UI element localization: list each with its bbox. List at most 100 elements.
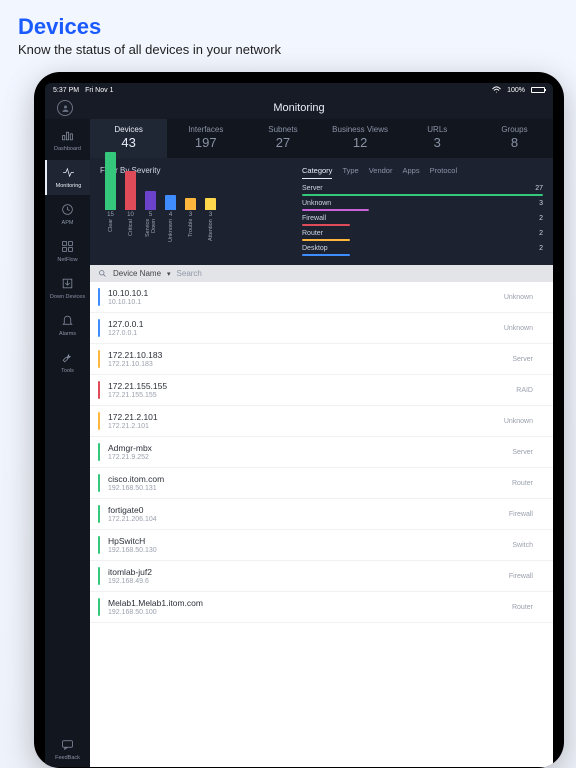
sidebar-item-netflow[interactable]: NetFlow bbox=[45, 234, 90, 269]
bar-label: Trouble bbox=[188, 219, 194, 249]
sidebar-item-monitoring[interactable]: Monitoring bbox=[45, 160, 90, 195]
device-ip: 127.0.0.1 bbox=[108, 330, 504, 337]
device-name: cisco.itom.com bbox=[108, 474, 512, 484]
device-name: fortigate0 bbox=[108, 505, 509, 515]
category-name: Server bbox=[302, 185, 323, 192]
category-count: 2 bbox=[539, 230, 543, 237]
tab-interfaces[interactable]: Interfaces197 bbox=[167, 119, 244, 158]
category-count: 3 bbox=[539, 200, 543, 207]
device-name: 10.10.10.1 bbox=[108, 288, 504, 298]
bar bbox=[125, 171, 136, 210]
device-list-area: Device Name ▾ Search 10.10.10.1 10.10.10… bbox=[90, 265, 553, 767]
severity-bar-critical[interactable]: 10 Critical bbox=[124, 171, 137, 249]
bar-value: 15 bbox=[107, 212, 114, 218]
severity-bar-trouble[interactable]: 3 Trouble bbox=[184, 198, 197, 249]
status-stripe bbox=[98, 474, 100, 492]
device-row[interactable]: cisco.itom.com 192.168.50.131 Router bbox=[90, 468, 553, 499]
sidebar-item-label: FeedBack bbox=[55, 755, 80, 761]
device-row[interactable]: Admgr-mbx 172.21.9.252 Server bbox=[90, 437, 553, 468]
tab-groups[interactable]: Groups8 bbox=[476, 119, 553, 158]
device-row[interactable]: 172.21.155.155 172.21.155.155 RAID bbox=[90, 375, 553, 406]
pulse-icon bbox=[62, 166, 75, 181]
main-panel: Devices43Interfaces197Subnets27Business … bbox=[90, 119, 553, 767]
device-row[interactable]: 172.21.10.183 172.21.10.183 Server bbox=[90, 344, 553, 375]
avatar[interactable] bbox=[57, 100, 73, 116]
search-bar[interactable]: Device Name ▾ Search bbox=[90, 265, 553, 282]
tab-subnets[interactable]: Subnets27 bbox=[244, 119, 321, 158]
battery-label: 100% bbox=[507, 87, 525, 94]
category-row[interactable]: Desktop 2 bbox=[302, 245, 543, 252]
severity-bar-unknown[interactable]: 4 Unknown bbox=[164, 195, 177, 249]
device-list[interactable]: 10.10.10.1 10.10.10.1 Unknown 127.0.0.1 … bbox=[90, 282, 553, 767]
status-stripe bbox=[98, 319, 100, 337]
category-tab-vendor[interactable]: Vendor bbox=[369, 166, 393, 179]
search-field-label[interactable]: Device Name bbox=[113, 269, 161, 278]
bar-label: Attention bbox=[208, 219, 214, 249]
netflow-icon bbox=[61, 240, 74, 255]
tab-devices[interactable]: Devices43 bbox=[90, 119, 167, 158]
bar-label: Unknown bbox=[168, 219, 174, 249]
category-tab-protocol[interactable]: Protocol bbox=[430, 166, 458, 179]
category-tab-category[interactable]: Category bbox=[302, 166, 332, 179]
device-ip: 192.168.49.6 bbox=[108, 578, 509, 585]
tablet-frame: 5:37 PM Fri Nov 1 100% Monitoring Dashbo… bbox=[34, 72, 564, 768]
category-row[interactable]: Unknown 3 bbox=[302, 200, 543, 207]
bar-label: Clear bbox=[108, 219, 114, 249]
battery-icon bbox=[531, 87, 545, 93]
status-bar: 5:37 PM Fri Nov 1 100% bbox=[45, 83, 553, 97]
tab-urls[interactable]: URLs3 bbox=[399, 119, 476, 158]
chevron-down-icon[interactable]: ▾ bbox=[167, 270, 171, 278]
category-tabs: Category Type Vendor Apps Protocol bbox=[302, 166, 543, 179]
bell-icon bbox=[61, 314, 74, 329]
device-name: Melab1.Melab1.itom.com bbox=[108, 598, 512, 608]
sidebar-item-feedback[interactable]: FeedBack bbox=[45, 732, 90, 767]
bar bbox=[185, 198, 196, 210]
tab-count: 43 bbox=[92, 135, 165, 150]
category-row[interactable]: Router 2 bbox=[302, 230, 543, 237]
tab-business-views[interactable]: Business Views12 bbox=[322, 119, 399, 158]
status-stripe bbox=[98, 288, 100, 306]
sidebar-item-label: Monitoring bbox=[56, 183, 82, 189]
status-stripe bbox=[98, 443, 100, 461]
bar bbox=[145, 191, 156, 210]
category-row[interactable]: Firewall 2 bbox=[302, 215, 543, 222]
severity-bar-attention[interactable]: 3 Attention bbox=[204, 198, 217, 249]
sidebar-item-dashboard[interactable]: Dashboard bbox=[45, 123, 90, 158]
device-row[interactable]: 10.10.10.1 10.10.10.1 Unknown bbox=[90, 282, 553, 313]
device-type: Unknown bbox=[504, 294, 543, 301]
sidebar-item-tools[interactable]: Tools bbox=[45, 345, 90, 380]
wifi-icon bbox=[492, 85, 501, 96]
severity-bar-service-down[interactable]: 5 Service Down bbox=[144, 191, 157, 249]
bar-value: 3 bbox=[209, 212, 212, 218]
bar-value: 5 bbox=[149, 212, 152, 218]
device-row[interactable]: 127.0.0.1 127.0.0.1 Unknown bbox=[90, 313, 553, 344]
device-type: Firewall bbox=[509, 573, 543, 580]
device-ip: 10.10.10.1 bbox=[108, 299, 504, 306]
sidebar-item-label: Down Devices bbox=[50, 294, 85, 300]
device-row[interactable]: 172.21.2.101 172.21.2.101 Unknown bbox=[90, 406, 553, 437]
device-ip: 172.21.155.155 bbox=[108, 392, 516, 399]
device-name: Admgr-mbx bbox=[108, 443, 512, 453]
category-count: 27 bbox=[535, 185, 543, 192]
device-row[interactable]: fortigate0 172.21.206.104 Firewall bbox=[90, 499, 553, 530]
sidebar-item-apm[interactable]: APM bbox=[45, 197, 90, 232]
tab-count: 12 bbox=[324, 135, 397, 150]
device-row[interactable]: Melab1.Melab1.itom.com 192.168.50.100 Ro… bbox=[90, 592, 553, 623]
status-stripe bbox=[98, 350, 100, 368]
device-name: itomlab-juf2 bbox=[108, 567, 509, 577]
status-stripe bbox=[98, 505, 100, 523]
severity-bar-clear[interactable]: 15 Clear bbox=[104, 152, 117, 249]
device-row[interactable]: itomlab-juf2 192.168.49.6 Firewall bbox=[90, 561, 553, 592]
category-bar bbox=[302, 254, 350, 256]
category-bar bbox=[302, 209, 369, 211]
sidebar-item-alarms[interactable]: Alarms bbox=[45, 308, 90, 343]
device-row[interactable]: HpSwitcH 192.168.50.130 Switch bbox=[90, 530, 553, 561]
category-tab-type[interactable]: Type bbox=[342, 166, 358, 179]
category-tab-apps[interactable]: Apps bbox=[402, 166, 419, 179]
category-row[interactable]: Server 27 bbox=[302, 185, 543, 192]
category-count: 2 bbox=[539, 215, 543, 222]
device-ip: 172.21.9.252 bbox=[108, 454, 512, 461]
search-placeholder[interactable]: Search bbox=[177, 269, 202, 278]
device-name: 172.21.155.155 bbox=[108, 381, 516, 391]
sidebar-item-down-devices[interactable]: Down Devices bbox=[45, 271, 90, 306]
